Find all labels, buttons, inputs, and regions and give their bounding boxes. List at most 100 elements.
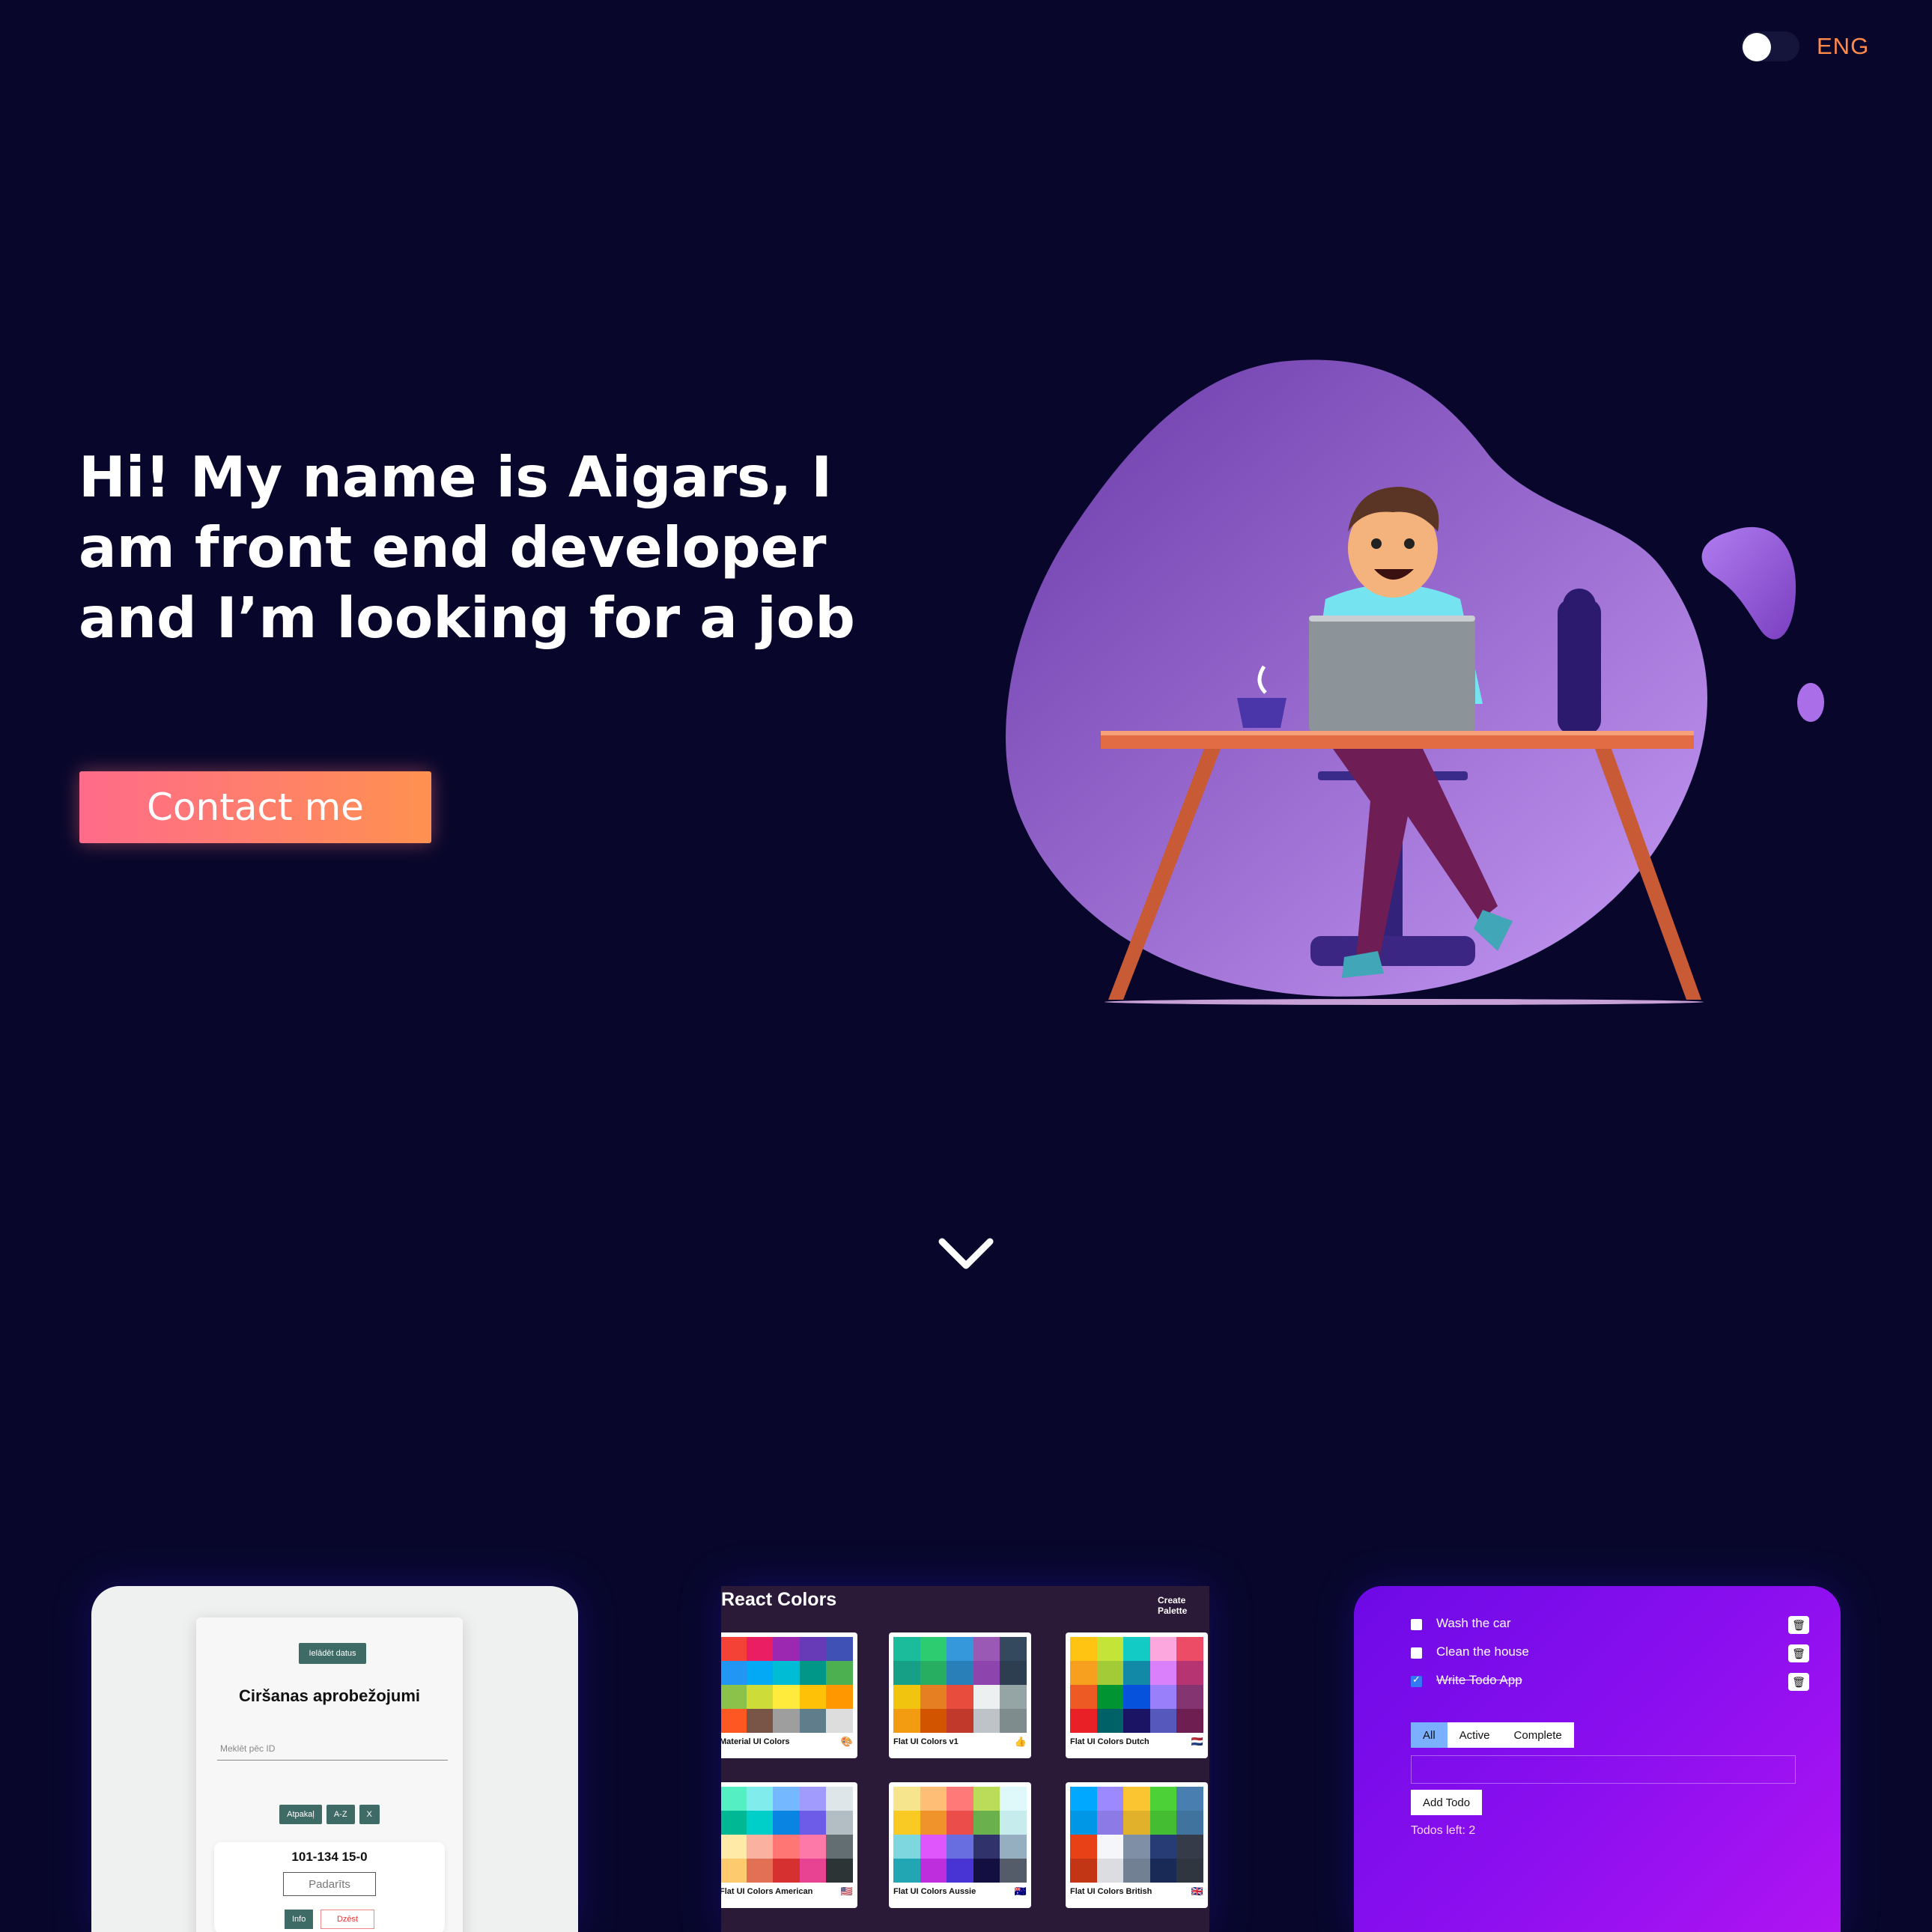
sort-button[interactable]: A-Z [326, 1805, 355, 1824]
clear-button[interactable]: X [359, 1805, 380, 1824]
color-swatch [1176, 1661, 1203, 1685]
project-card-react-colors[interactable]: React Colors Create Palette Material UI … [721, 1586, 1209, 1932]
palette-emoji-icon: 🎨 [840, 1736, 853, 1747]
palette-card[interactable]: Flat UI Colors Aussie 🇦🇺 [889, 1782, 1031, 1908]
add-todo-button[interactable]: Add Todo [1411, 1790, 1483, 1815]
trash-icon[interactable]: 🗑 [1788, 1616, 1809, 1634]
color-swatch [721, 1811, 747, 1835]
color-swatch [1070, 1811, 1097, 1835]
project-card-todo[interactable]: Wash the car 🗑 Clean the house 🗑 Write T… [1354, 1586, 1841, 1932]
color-swatch [721, 1787, 747, 1811]
search-input[interactable] [217, 1737, 448, 1761]
color-swatch [947, 1811, 973, 1835]
color-swatch [1000, 1787, 1027, 1811]
palette-card[interactable]: Flat UI Colors American 🇺🇸 [721, 1782, 857, 1908]
laptop [1309, 616, 1475, 732]
contact-me-button[interactable]: Contact me [79, 771, 431, 843]
color-swatch [1070, 1685, 1097, 1709]
color-swatch [947, 1859, 973, 1883]
trash-icon[interactable]: 🗑 [1788, 1644, 1809, 1662]
delete-button[interactable]: Dzēst [321, 1910, 374, 1929]
todo-input[interactable] [1411, 1755, 1796, 1784]
filter-complete[interactable]: Complete [1501, 1722, 1574, 1748]
color-swatch [973, 1811, 1000, 1835]
color-swatch [947, 1787, 973, 1811]
color-swatch [947, 1685, 973, 1709]
color-swatch [1149, 1661, 1177, 1685]
color-swatch [721, 1637, 747, 1661]
color-swatch [893, 1811, 920, 1835]
todo-item: Write Todo App 🗑 [1411, 1673, 1809, 1692]
color-swatch [1149, 1685, 1177, 1709]
palette-swatches [893, 1787, 1027, 1883]
todo-checkbox[interactable] [1411, 1619, 1422, 1630]
chevron-down-icon[interactable] [938, 1237, 994, 1272]
color-swatch [826, 1787, 853, 1811]
todo-checkbox[interactable] [1411, 1674, 1422, 1687]
load-data-button[interactable]: Ielādēt datus [299, 1643, 366, 1664]
color-swatch [947, 1637, 973, 1661]
palette-name: Flat UI Colors Dutch [1070, 1737, 1149, 1746]
color-swatch [773, 1637, 800, 1661]
todo-filters: All Active Complete [1411, 1722, 1574, 1748]
theme-toggle[interactable] [1741, 31, 1799, 61]
palette-card[interactable]: Flat UI Colors Dutch 🇳🇱 [1066, 1632, 1208, 1758]
color-swatch [826, 1859, 853, 1883]
color-swatch [746, 1661, 774, 1685]
color-swatch [973, 1637, 1000, 1661]
color-swatch [1096, 1811, 1124, 1835]
small-blob [1701, 526, 1796, 640]
color-swatch [773, 1787, 800, 1811]
color-swatch [1176, 1859, 1203, 1883]
palette-swatches [721, 1787, 853, 1883]
filter-active[interactable]: Active [1447, 1722, 1502, 1748]
palette-emoji-icon: 🇳🇱 [1191, 1736, 1203, 1747]
color-swatch [1149, 1859, 1177, 1883]
color-swatch [1096, 1859, 1124, 1883]
create-palette-link[interactable]: Create Palette [1158, 1595, 1209, 1616]
trash-icon[interactable]: 🗑 [1788, 1673, 1809, 1691]
restrictions-title: Ciršanas aprobežojumi [238, 1686, 421, 1705]
color-swatch [893, 1637, 920, 1661]
color-swatch [893, 1685, 920, 1709]
back-button[interactable]: Atpakaļ [279, 1805, 322, 1824]
palette-card[interactable]: Flat UI Colors v1 👍 [889, 1632, 1031, 1758]
color-swatch [1123, 1835, 1150, 1859]
color-swatch [746, 1811, 774, 1835]
color-swatch [799, 1835, 827, 1859]
color-swatch [920, 1709, 947, 1733]
palette-name: Flat UI Colors British [1070, 1887, 1152, 1896]
color-swatch [893, 1859, 920, 1883]
color-swatch [947, 1835, 973, 1859]
palette-name: Flat UI Colors American [721, 1887, 813, 1896]
todo-item: Clean the house 🗑 [1411, 1644, 1809, 1664]
color-swatch [1000, 1709, 1027, 1733]
color-swatch [1096, 1661, 1124, 1685]
todo-text: Wash the car [1436, 1616, 1511, 1630]
color-swatch [920, 1787, 947, 1811]
palette-card[interactable]: Material UI Colors 🎨 [721, 1632, 857, 1758]
info-button[interactable]: Info [285, 1910, 314, 1929]
project-card-restrictions[interactable]: Ielādēt datus Ciršanas aprobežojumi Atpa… [91, 1586, 578, 1932]
filter-all[interactable]: All [1411, 1722, 1448, 1748]
language-switch[interactable]: ENG [1817, 33, 1869, 60]
done-button[interactable]: Padarīts [283, 1872, 376, 1896]
color-swatch [1096, 1637, 1124, 1661]
color-swatch [721, 1835, 747, 1859]
color-swatch [746, 1787, 774, 1811]
color-swatch [1176, 1709, 1203, 1733]
color-swatch [1123, 1787, 1150, 1811]
color-swatch [1176, 1835, 1203, 1859]
color-swatch [1123, 1859, 1150, 1883]
todo-checkbox[interactable] [1411, 1647, 1422, 1659]
color-swatch [1149, 1835, 1177, 1859]
color-swatch [1070, 1661, 1097, 1685]
hero-headline: Hi! My name is Aigars, I am front end de… [79, 444, 855, 651]
theme-toggle-knob [1743, 33, 1771, 61]
color-swatch [826, 1637, 853, 1661]
color-swatch [1123, 1637, 1150, 1661]
color-swatch [947, 1661, 973, 1685]
color-swatch [1096, 1709, 1124, 1733]
palette-card[interactable]: Flat UI Colors British 🇬🇧 [1066, 1782, 1208, 1908]
color-swatch [1123, 1709, 1150, 1733]
